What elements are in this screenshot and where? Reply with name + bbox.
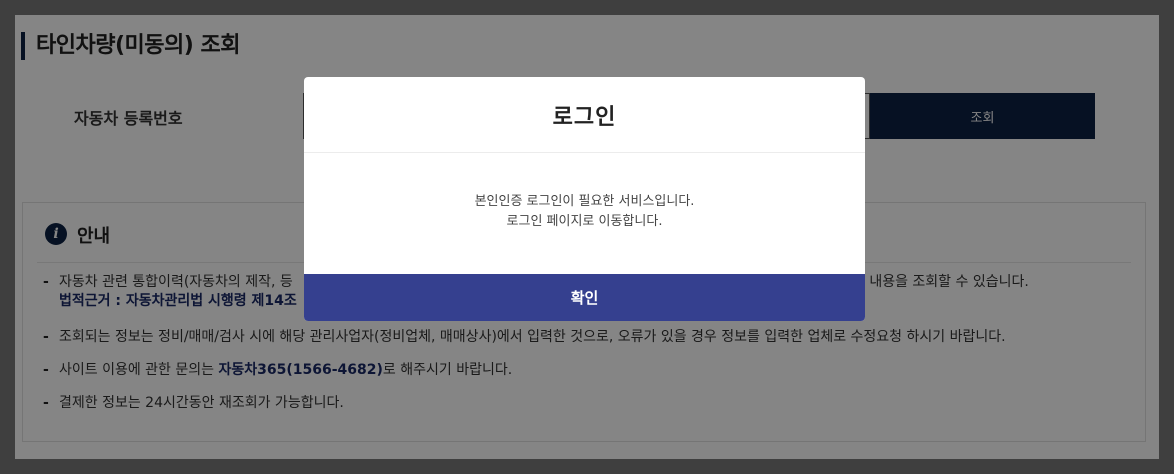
modal-body: 본인인증 로그인이 필요한 서비스입니다. 로그인 페이지로 이동합니다. (304, 153, 865, 274)
modal-message-line1: 본인인증 로그인이 필요한 서비스입니다. (474, 193, 695, 209)
confirm-button[interactable]: 확인 (304, 274, 865, 321)
login-modal: 로그인 본인인증 로그인이 필요한 서비스입니다. 로그인 페이지로 이동합니다… (304, 77, 865, 321)
modal-header: 로그인 (304, 77, 865, 153)
modal-message-line2: 로그인 페이지로 이동합니다. (506, 213, 663, 229)
modal-title: 로그인 (552, 104, 617, 130)
